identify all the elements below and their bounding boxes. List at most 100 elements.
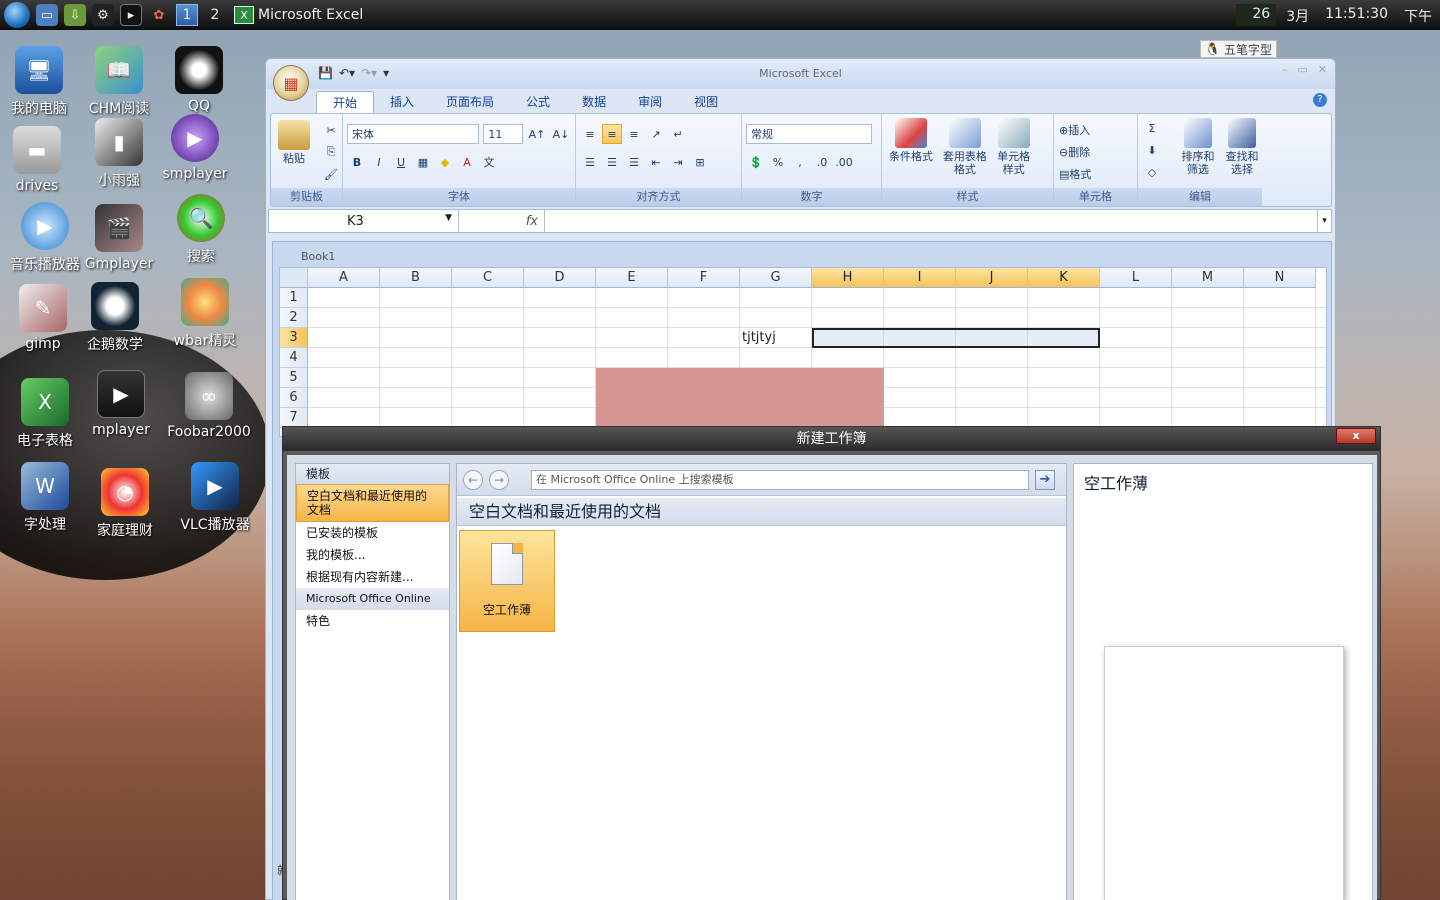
dialog-close-button[interactable]: x <box>1336 428 1376 444</box>
border-icon[interactable]: ▦ <box>413 152 433 172</box>
tab-formulas[interactable]: 公式 <box>510 91 566 113</box>
blank-workbook-tile[interactable]: 空工作薄 <box>459 530 555 632</box>
autosum-icon[interactable]: Σ <box>1142 118 1162 138</box>
align-right-icon[interactable]: ☰ <box>624 152 644 172</box>
column-header[interactable]: F <box>668 268 740 288</box>
spreadsheet-grid[interactable]: ABCDEFGHIJKLMN 1234567 tjtjtyj <box>279 267 1327 437</box>
desktop-icon-smplayer[interactable]: ▶ smplayer <box>150 114 240 182</box>
forward-arrow-icon[interactable]: → <box>489 469 509 490</box>
row-header[interactable]: 3 <box>280 328 308 348</box>
row-header[interactable]: 4 <box>280 348 308 368</box>
desktop-icon-my-computer[interactable]: 🖥 我的电脑 <box>0 46 84 118</box>
chevron-down-icon[interactable]: ▼ <box>445 213 452 223</box>
desktop-icon-search[interactable]: 🔍 搜索 <box>156 194 246 266</box>
tab-page-layout[interactable]: 页面布局 <box>430 91 510 113</box>
desktop-icon-penguin-math[interactable]: 企鹅数学 <box>70 282 160 354</box>
font-color-icon[interactable]: A <box>457 152 477 172</box>
row-header[interactable]: 6 <box>280 388 308 408</box>
category-from-existing[interactable]: 根据现有内容新建... <box>296 566 449 588</box>
cell-g3[interactable]: tjtjtyj <box>742 330 776 345</box>
workspace-2[interactable]: 2 <box>204 4 226 26</box>
category-featured[interactable]: 特色 <box>296 610 449 632</box>
fill-icon[interactable]: ⬇ <box>1142 140 1162 160</box>
show-desktop-icon[interactable]: ▭ <box>36 4 58 26</box>
minimize-icon[interactable]: – <box>1282 63 1288 76</box>
font-size-select[interactable]: 11 <box>483 124 523 144</box>
format-as-table-button[interactable]: 套用表格格式 <box>940 118 990 176</box>
help-icon[interactable]: ? <box>1313 93 1327 107</box>
insert-function-button[interactable]: fx <box>459 210 545 232</box>
undo-icon[interactable]: ↶▾ <box>339 66 355 80</box>
expand-formula-icon[interactable]: ▾ <box>1317 210 1331 232</box>
cut-icon[interactable]: ✂ <box>321 120 341 140</box>
column-header[interactable]: G <box>740 268 812 288</box>
orientation-icon[interactable]: ↗ <box>646 124 666 144</box>
align-bottom-icon[interactable]: ≡ <box>624 124 644 144</box>
desktop-icon-vlc[interactable]: ▶ VLC播放器 <box>170 462 260 534</box>
tab-insert[interactable]: 插入 <box>374 91 430 113</box>
cell-styles-button[interactable]: 单元格样式 <box>994 118 1034 176</box>
workspace-1[interactable]: 1 <box>176 4 198 26</box>
clock[interactable]: 26 3月 11:51:30 下午 <box>1252 6 1432 26</box>
maximize-icon[interactable]: ▭ <box>1297 63 1307 76</box>
template-search-input[interactable]: 在 Microsoft Office Online 上搜索模板 <box>531 469 1029 490</box>
office-button[interactable]: ▦ <box>273 65 309 101</box>
formula-input[interactable] <box>545 210 1317 232</box>
column-header[interactable]: D <box>524 268 596 288</box>
grow-font-icon[interactable]: A↑ <box>527 124 547 144</box>
desktop-icon-qq[interactable]: QQ <box>154 46 244 114</box>
column-header[interactable]: L <box>1100 268 1172 288</box>
font-name-select[interactable]: 宋体 <box>347 124 480 144</box>
italic-button[interactable]: I <box>369 152 389 172</box>
comma-icon[interactable]: , <box>790 152 810 172</box>
delete-cells-button[interactable]: ⊖ 删除 <box>1058 142 1133 162</box>
percent-icon[interactable]: % <box>768 152 788 172</box>
format-cells-button[interactable]: ▤ 格式 <box>1058 164 1133 184</box>
decrease-decimal-icon[interactable]: .00 <box>834 152 854 172</box>
column-header[interactable]: I <box>884 268 956 288</box>
desktop-icon-mplayer[interactable]: ▶ mplayer <box>76 370 166 438</box>
align-top-icon[interactable]: ≡ <box>580 124 600 144</box>
number-format-select[interactable]: 常规 <box>746 124 872 144</box>
settings-icon[interactable]: ⚙ <box>92 4 114 26</box>
wrap-text-icon[interactable]: ↵ <box>668 124 688 144</box>
tab-data[interactable]: 数据 <box>566 91 622 113</box>
increase-indent-icon[interactable]: ⇥ <box>668 152 688 172</box>
category-my-templates[interactable]: 我的模板... <box>296 544 449 566</box>
row-header[interactable]: 2 <box>280 308 308 328</box>
tab-home[interactable]: 开始 <box>316 91 375 113</box>
selected-range[interactable] <box>812 328 1100 348</box>
dialog-title[interactable]: 新建工作簿 <box>283 427 1380 451</box>
row-header[interactable]: 1 <box>280 288 308 308</box>
select-all-corner[interactable] <box>280 268 308 288</box>
bold-button[interactable]: B <box>347 152 367 172</box>
column-header[interactable]: B <box>380 268 452 288</box>
tab-view[interactable]: 视图 <box>678 91 734 113</box>
column-header[interactable]: K <box>1028 268 1100 288</box>
excel-title-bar[interactable]: Microsoft Excel <box>266 59 1335 89</box>
increase-decimal-icon[interactable]: .0 <box>812 152 832 172</box>
pinwheel-icon[interactable]: ✿ <box>148 4 170 26</box>
search-go-icon[interactable]: ➔ <box>1035 469 1055 490</box>
filled-range[interactable] <box>596 368 884 428</box>
taskbar-item-excel[interactable]: X Microsoft Excel <box>234 6 363 24</box>
close-icon[interactable]: ✕ <box>1318 63 1327 76</box>
redo-icon[interactable]: ↷▾ <box>361 66 377 80</box>
column-header[interactable]: C <box>452 268 524 288</box>
align-middle-icon[interactable]: ≡ <box>602 124 622 144</box>
fill-color-icon[interactable]: ◆ <box>435 152 455 172</box>
desktop-icon-finance[interactable]: ◔ 家庭理财 <box>80 468 170 540</box>
underline-button[interactable]: U <box>391 152 411 172</box>
currency-icon[interactable]: 💲 <box>746 152 766 172</box>
desktop-icon-wbar[interactable]: wbar精灵 <box>160 278 250 350</box>
insert-cells-button[interactable]: ⊕ 插入 <box>1058 120 1133 140</box>
column-header[interactable]: N <box>1244 268 1316 288</box>
paste-button[interactable]: 粘贴 <box>275 120 313 165</box>
align-center-icon[interactable]: ☰ <box>602 152 622 172</box>
column-header[interactable]: A <box>308 268 380 288</box>
clear-icon[interactable]: ◇ <box>1142 162 1162 182</box>
phonetic-icon[interactable]: 文 <box>479 152 499 172</box>
customize-qat-icon[interactable]: ▾ <box>383 66 389 80</box>
format-painter-icon[interactable]: 🖌 <box>321 164 341 184</box>
start-menu-button[interactable] <box>4 2 30 28</box>
